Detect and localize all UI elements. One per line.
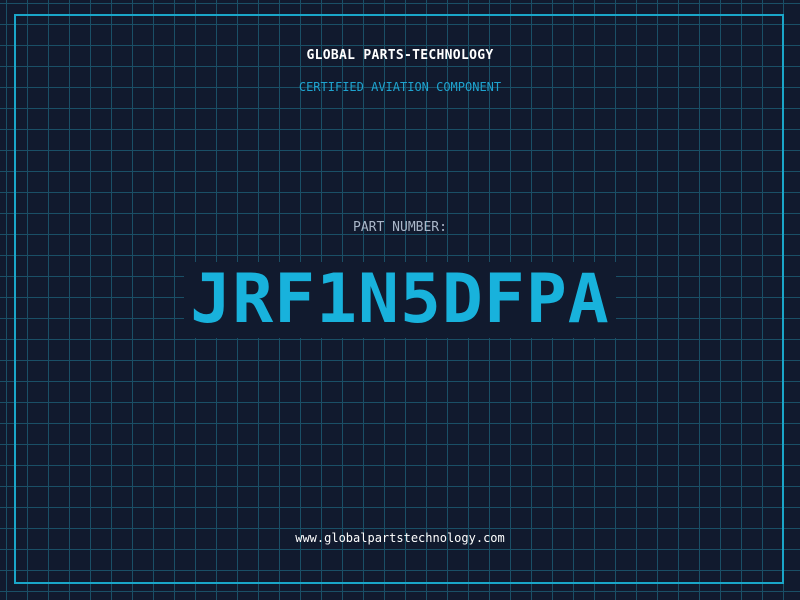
part-number-value: JRF1N5DFPA xyxy=(184,262,616,338)
part-number-container: JRF1N5DFPA xyxy=(0,262,800,338)
certification-subtitle: CERTIFIED AVIATION COMPONENT xyxy=(298,80,502,94)
part-label-card: GLOBAL PARTS-TECHNOLOGY CERTIFIED AVIATI… xyxy=(0,0,800,600)
company-name: GLOBAL PARTS-TECHNOLOGY xyxy=(306,48,494,63)
website-url: www.globalpartstechnology.com xyxy=(295,531,505,545)
part-number-label: PART NUMBER: xyxy=(353,220,447,235)
